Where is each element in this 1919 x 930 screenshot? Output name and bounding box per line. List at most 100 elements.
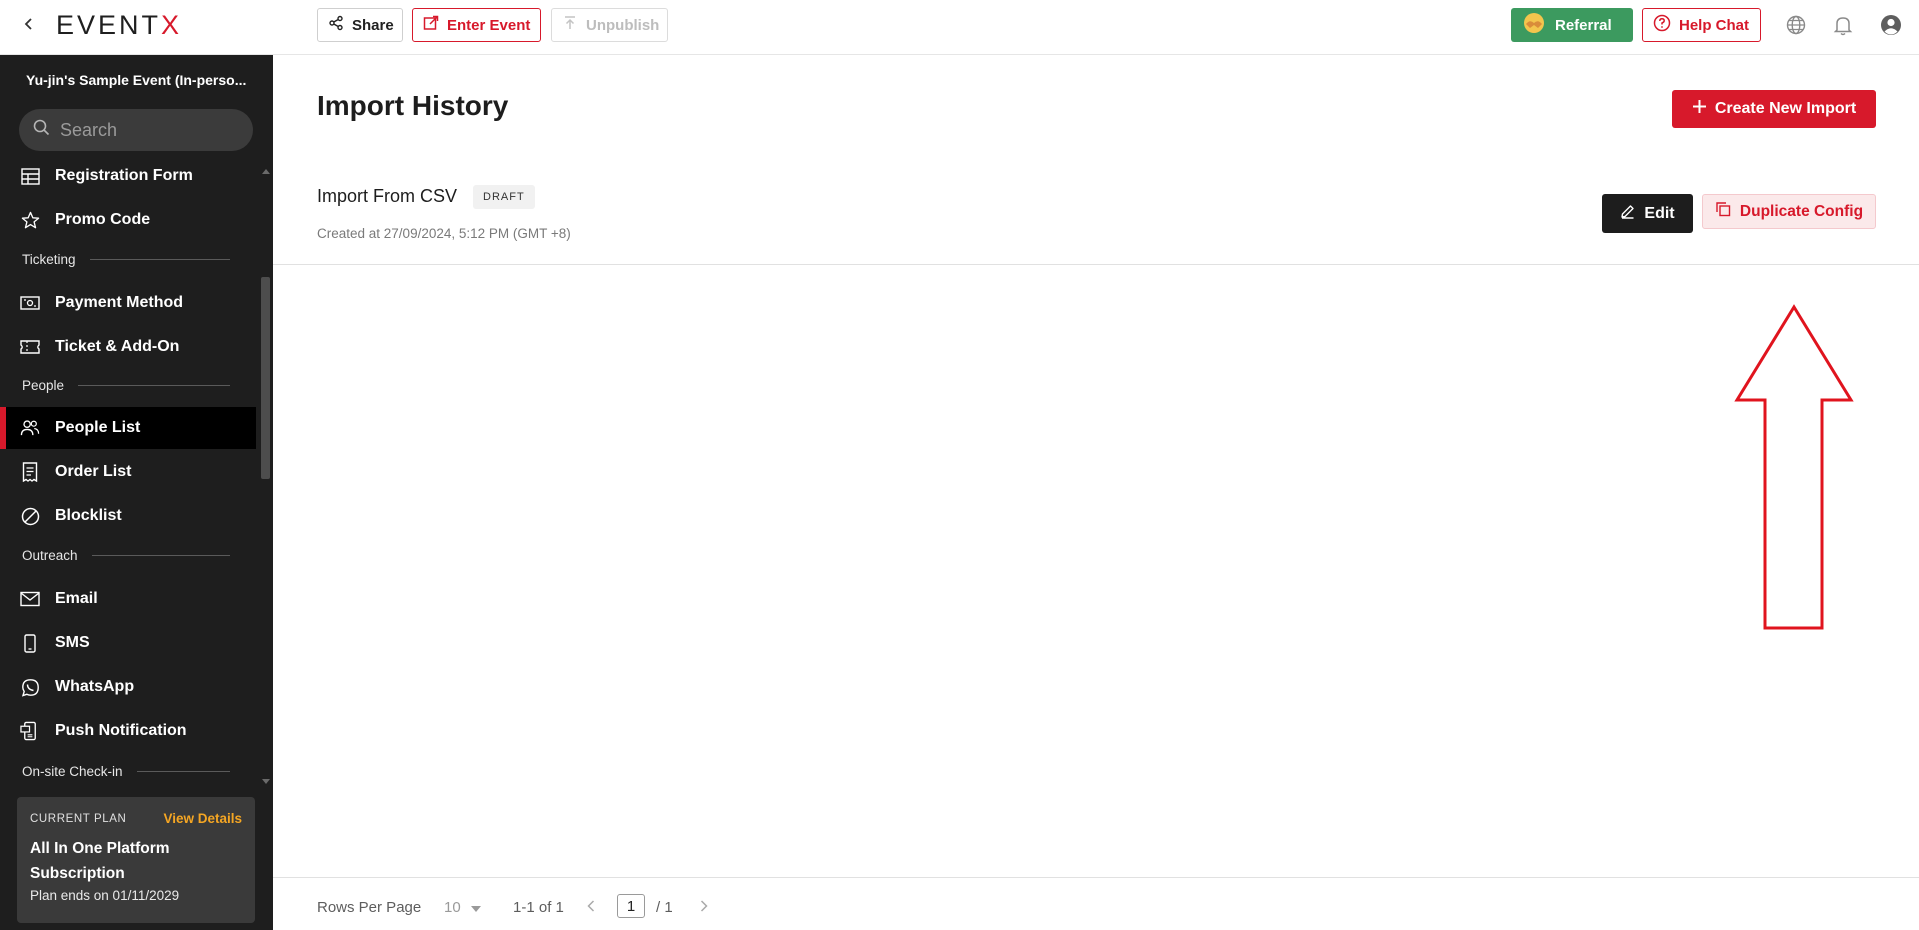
sidebar-item-payment-method[interactable]: Payment Method xyxy=(0,282,256,324)
sidebar-item-label: Email xyxy=(55,590,98,607)
share-icon xyxy=(328,15,344,35)
referral-button[interactable]: Referral xyxy=(1511,8,1633,42)
logo-text: EVENT xyxy=(56,9,162,40)
referral-label: Referral xyxy=(1555,16,1612,34)
total-pages: / 1 xyxy=(656,899,673,916)
sidebar-search[interactable] xyxy=(19,109,253,151)
unpublish-icon xyxy=(562,15,578,35)
plan-label: CURRENT PLAN xyxy=(30,812,127,825)
push-notification-icon xyxy=(20,721,40,741)
sidebar-item-whatsapp[interactable]: WhatsApp xyxy=(0,666,256,708)
section-ticketing: Ticketing xyxy=(22,252,230,267)
plan-end-date: Plan ends on 01/11/2029 xyxy=(30,888,180,903)
scroll-down-icon[interactable] xyxy=(261,777,270,785)
plan-name: All In One Platform Subscription xyxy=(30,840,170,882)
section-divider xyxy=(91,555,230,556)
unpublish-button[interactable]: Unpublish xyxy=(551,8,668,42)
phone-icon xyxy=(20,633,40,653)
section-outreach: Outreach xyxy=(22,548,230,563)
back-icon[interactable] xyxy=(18,12,40,36)
eventx-logo[interactable]: EVENT X xyxy=(56,10,182,40)
sidebar-item-label: People List xyxy=(55,419,141,436)
share-label: Share xyxy=(352,16,394,34)
sidebar-item-label: Promo Code xyxy=(55,211,151,228)
user-avatar-icon[interactable] xyxy=(1879,13,1903,37)
rows-per-page-value: 10 xyxy=(444,898,461,916)
section-people: People xyxy=(22,378,230,393)
logo-accent: X xyxy=(161,9,183,40)
row-divider xyxy=(273,264,1919,265)
current-page-input[interactable] xyxy=(617,894,645,918)
search-icon xyxy=(33,119,50,141)
page-title: Import History xyxy=(317,90,509,121)
sidebar-item-people-list[interactable]: People List xyxy=(0,407,256,449)
rows-per-page-label: Rows Per Page xyxy=(317,899,422,916)
status-badge: DRAFT xyxy=(473,185,535,209)
scroll-up-icon[interactable] xyxy=(261,167,270,175)
whatsapp-icon xyxy=(20,677,40,697)
section-label: Ticketing xyxy=(22,252,76,267)
edit-label: Edit xyxy=(1644,204,1675,222)
caret-down-icon xyxy=(470,899,481,916)
sidebar-item-order-list[interactable]: Order List xyxy=(0,451,256,493)
current-plan-card: CURRENT PLAN View Details All In One Pla… xyxy=(17,797,255,923)
main-content: Import History Create New Import Import … xyxy=(273,55,1919,930)
sidebar-scrollbar[interactable] xyxy=(261,277,270,479)
handshake-icon xyxy=(1521,12,1547,38)
top-bar: EVENT X Share Enter Event Unpublish Refer… xyxy=(0,0,1919,55)
pagination-range: 1-1 of 1 xyxy=(513,899,564,916)
sidebar-item-label: WhatsApp xyxy=(55,678,135,695)
sidebar-item-label: Registration Form xyxy=(55,167,193,184)
mail-icon xyxy=(20,589,40,609)
event-name[interactable]: Yu-jin's Sample Event (In-perso... xyxy=(26,72,251,88)
section-label: Outreach xyxy=(22,548,78,563)
enter-event-label: Enter Event xyxy=(447,16,531,34)
ticket-icon xyxy=(20,337,40,357)
duplicate-config-label: Duplicate Config xyxy=(1739,202,1864,220)
pencil-icon xyxy=(1620,204,1635,224)
unpublish-label: Unpublish xyxy=(586,16,660,34)
section-label: People xyxy=(22,378,65,393)
globe-icon[interactable] xyxy=(1784,13,1808,37)
star-icon xyxy=(20,210,40,230)
sidebar-item-label: Payment Method xyxy=(55,294,184,311)
copy-icon xyxy=(1715,201,1731,222)
create-new-import-button[interactable]: Create New Import xyxy=(1672,90,1876,128)
sidebar-item-push-notification[interactable]: Push Notification xyxy=(0,710,256,752)
import-created-at: Created at 27/09/2024, 5:12 PM (GMT +8) xyxy=(317,226,571,241)
prev-page-icon[interactable] xyxy=(584,897,598,915)
sidebar: Yu-jin's Sample Event (In-perso... Regis… xyxy=(0,55,273,930)
help-chat-button[interactable]: Help Chat xyxy=(1642,8,1761,42)
sidebar-item-blocklist[interactable]: Blocklist xyxy=(0,495,256,537)
sidebar-item-label: Blocklist xyxy=(55,507,122,524)
sidebar-item-label: Push Notification xyxy=(55,722,187,739)
section-divider xyxy=(89,259,230,260)
edit-button[interactable]: Edit xyxy=(1602,194,1693,233)
sidebar-item-email[interactable]: Email xyxy=(0,578,256,620)
external-link-icon xyxy=(423,15,439,35)
rows-per-page-select[interactable]: 10 xyxy=(444,895,494,919)
sidebar-item-label: SMS xyxy=(55,634,90,651)
bell-icon[interactable] xyxy=(1831,13,1855,37)
sidebar-item-label: Ticket & Add-On xyxy=(55,338,180,355)
create-new-import-label: Create New Import xyxy=(1714,100,1857,117)
search-input[interactable] xyxy=(60,119,230,141)
sidebar-item-sms[interactable]: SMS xyxy=(0,622,256,664)
next-page-icon[interactable] xyxy=(697,897,711,915)
duplicate-config-button[interactable]: Duplicate Config xyxy=(1702,194,1876,229)
view-details-link[interactable]: View Details xyxy=(163,811,242,826)
sidebar-item-label: Order List xyxy=(55,463,132,480)
section-onsite-check-in: On-site Check-in xyxy=(22,764,230,779)
sidebar-item-ticket-add-on[interactable]: Ticket & Add-On xyxy=(0,326,256,368)
table-icon xyxy=(20,166,40,186)
pagination-bar: Rows Per Page 10 1-1 of 1 / 1 xyxy=(273,877,1919,930)
money-icon xyxy=(20,293,40,313)
help-icon xyxy=(1653,14,1671,36)
sidebar-item-promo-code[interactable]: Promo Code xyxy=(0,199,256,241)
enter-event-button[interactable]: Enter Event xyxy=(412,8,541,42)
sidebar-item-registration-form[interactable]: Registration Form xyxy=(0,155,256,197)
annotation-arrow-icon xyxy=(1734,304,1854,630)
import-name: Import From CSV xyxy=(317,186,458,206)
people-icon xyxy=(20,418,40,438)
share-button[interactable]: Share xyxy=(317,8,403,42)
